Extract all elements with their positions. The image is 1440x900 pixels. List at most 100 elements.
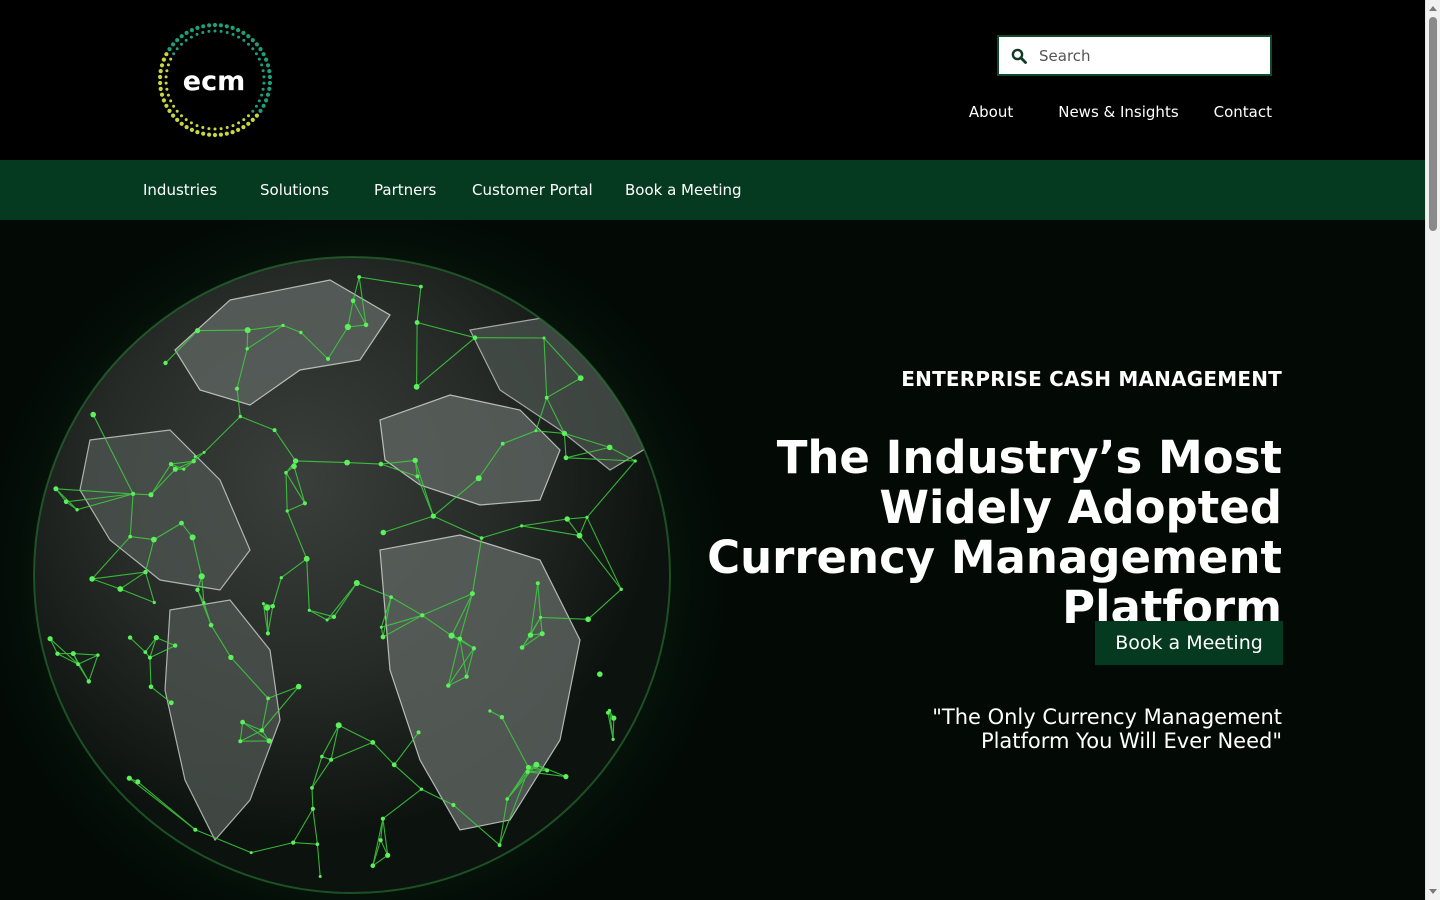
network-node xyxy=(451,802,456,808)
network-node xyxy=(430,513,436,519)
logo-dot xyxy=(242,38,246,42)
network-node xyxy=(75,508,79,512)
network-node xyxy=(310,806,315,812)
network-node xyxy=(414,320,420,325)
ecm-logo[interactable]: ecm xyxy=(156,18,274,142)
logo-dot xyxy=(236,127,241,132)
page-scrollbar[interactable] xyxy=(1425,0,1440,900)
network-node xyxy=(151,536,157,543)
logo-dot xyxy=(261,52,266,57)
logo-dot xyxy=(267,86,272,91)
logo-dot xyxy=(251,109,255,113)
network-node xyxy=(416,730,421,735)
network-node xyxy=(448,632,455,639)
logo-dot xyxy=(267,80,272,86)
search-box[interactable] xyxy=(997,35,1272,76)
network-node xyxy=(412,457,418,464)
utility-nav-news-insights[interactable]: News & Insights xyxy=(1058,101,1178,123)
logo-dot xyxy=(165,87,169,91)
network-node xyxy=(292,458,299,464)
network-node xyxy=(488,709,492,713)
network-node xyxy=(285,509,289,513)
logo-dot xyxy=(225,31,229,34)
logo-dot xyxy=(189,28,194,33)
logo-dot xyxy=(166,93,170,97)
main-nav-book-a-meeting[interactable]: Book a Meeting xyxy=(625,179,742,201)
logo-dot xyxy=(264,98,269,103)
network-node xyxy=(633,459,637,463)
logo-dot xyxy=(158,69,163,74)
logo-dot xyxy=(250,38,255,43)
network-node xyxy=(55,651,60,656)
logo-dot xyxy=(161,57,166,62)
logo-dot xyxy=(201,31,205,34)
logo-dot xyxy=(224,24,229,29)
network-node xyxy=(228,654,234,661)
search-icon[interactable] xyxy=(999,37,1039,74)
network-node xyxy=(264,604,271,611)
network-node xyxy=(344,323,351,331)
network-node xyxy=(76,662,80,667)
network-node xyxy=(143,650,148,654)
network-node xyxy=(542,336,546,340)
network-node xyxy=(131,491,136,496)
logo-dot xyxy=(231,124,235,128)
network-node xyxy=(619,587,623,591)
logo-dot xyxy=(261,87,265,91)
main-nav-customer-portal[interactable]: Customer Portal xyxy=(472,179,593,201)
network-node xyxy=(240,719,246,725)
network-node xyxy=(238,739,243,744)
network-node xyxy=(270,604,275,609)
search-input[interactable] xyxy=(1039,37,1259,74)
network-node xyxy=(126,775,132,781)
logo-dot xyxy=(258,47,263,52)
network-node xyxy=(191,459,196,464)
network-node xyxy=(446,683,451,688)
network-node xyxy=(353,580,360,586)
book-a-meeting-button[interactable]: Book a Meeting xyxy=(1095,621,1283,665)
logo-dot xyxy=(236,28,241,33)
network-node xyxy=(279,576,283,580)
main-nav-solutions[interactable]: Solutions xyxy=(260,179,329,201)
scroll-down-arrow-icon[interactable] xyxy=(1429,889,1437,894)
logo-dot xyxy=(230,25,235,30)
logo-dot xyxy=(262,75,266,79)
logo-dot xyxy=(159,92,165,97)
logo-dot xyxy=(262,81,266,85)
logo-dot xyxy=(218,132,223,137)
network-node xyxy=(563,774,569,780)
scroll-up-arrow-icon[interactable] xyxy=(1429,6,1437,11)
network-node xyxy=(527,632,534,638)
network-node xyxy=(325,618,329,622)
logo-dot xyxy=(180,42,183,46)
network-node xyxy=(419,284,423,289)
scroll-thumb[interactable] xyxy=(1429,17,1437,231)
logo-dot xyxy=(237,121,241,125)
ecm-logo-icon: ecm xyxy=(158,22,272,138)
logo-dot xyxy=(166,63,170,67)
network-node xyxy=(195,328,201,334)
network-node xyxy=(198,573,205,580)
logo-dot xyxy=(260,63,264,67)
network-node xyxy=(505,797,510,801)
network-node xyxy=(525,764,531,770)
network-node xyxy=(469,591,475,597)
network-node xyxy=(281,323,285,328)
logo-dot xyxy=(175,47,179,51)
logo-dot xyxy=(184,125,189,130)
utility-nav-about[interactable]: About xyxy=(969,101,1013,123)
logo-dot xyxy=(264,57,269,62)
network-node xyxy=(385,852,391,858)
main-nav-partners[interactable]: Partners xyxy=(374,179,436,201)
utility-nav-contact[interactable]: Contact xyxy=(1214,101,1272,123)
network-node xyxy=(611,715,617,721)
network-node xyxy=(380,634,386,640)
network-node xyxy=(299,330,303,335)
network-node xyxy=(182,467,186,471)
logo-dot xyxy=(213,127,217,131)
network-node xyxy=(143,569,148,575)
network-node xyxy=(378,461,384,467)
logo-dot xyxy=(167,108,172,113)
main-nav-industries[interactable]: Industries xyxy=(143,179,217,201)
logo-dot xyxy=(241,30,246,35)
